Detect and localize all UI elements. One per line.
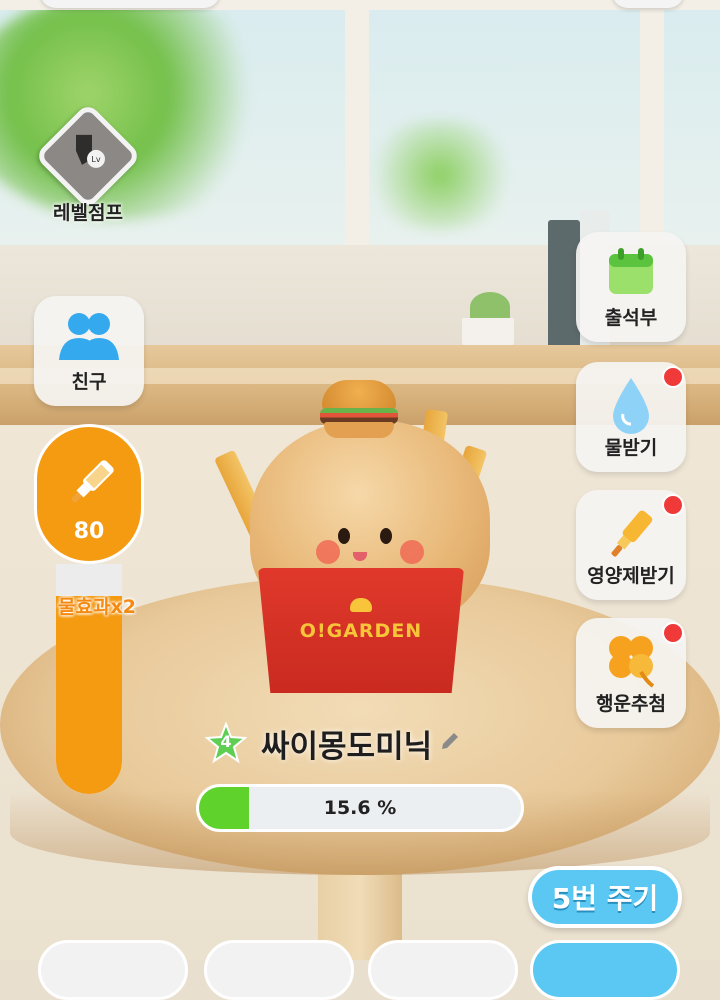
gauge-fill: [56, 596, 122, 794]
bottom-tab[interactable]: [204, 940, 354, 1000]
gauge-value: 80: [73, 519, 105, 544]
box-burger-icon: [350, 598, 372, 612]
attendance-label: 출석부: [604, 307, 658, 329]
lv-badge: Lv: [91, 155, 100, 164]
level-jump-icon: Lv: [34, 102, 142, 210]
growth-progress-bar: 15.6 %: [196, 784, 524, 832]
character-level: 4: [220, 732, 232, 751]
plant-character[interactable]: O!GARDEN: [214, 380, 500, 700]
alert-dot: [662, 494, 684, 516]
alert-dot: [662, 366, 684, 388]
attendance-button[interactable]: 출석부: [576, 232, 686, 342]
character-cheek: [400, 540, 424, 564]
water-drop-icon: [609, 376, 653, 440]
window-frame: [640, 0, 664, 245]
alert-dot: [662, 622, 684, 644]
fries-box: O!GARDEN: [258, 568, 464, 693]
nutrient-bottle-icon: [71, 460, 114, 503]
bottom-tab[interactable]: [38, 940, 188, 1000]
burger-bottom: [324, 422, 394, 438]
character-eye: [380, 528, 392, 544]
character-name: 싸이몽도미닉: [261, 728, 433, 765]
character-name-row: 4 싸이몽도미닉: [204, 720, 462, 766]
calendar-icon: [605, 246, 657, 300]
bottom-tab[interactable]: [530, 940, 680, 1000]
water-effect-label: 물효과x2: [58, 596, 136, 618]
lucky-draw-button[interactable]: 행운추첨: [576, 618, 686, 728]
character-mouth: [353, 552, 367, 561]
nutrient-button[interactable]: 영양제받기: [576, 490, 686, 600]
window-frame: [345, 0, 369, 245]
bottom-tab[interactable]: [368, 940, 518, 1000]
top-menu-pill[interactable]: [40, 0, 220, 8]
friends-icon: [57, 310, 121, 366]
box-logo: O!GARDEN: [299, 620, 423, 642]
progress-label: 15.6 %: [323, 797, 397, 819]
level-jump-button[interactable]: Lv 레벨점프: [34, 102, 142, 226]
tree-foliage: [360, 120, 520, 230]
friends-label: 친구: [71, 371, 107, 393]
water-button[interactable]: 물받기: [576, 362, 686, 472]
top-menu-pill[interactable]: [612, 0, 684, 8]
friends-button[interactable]: 친구: [34, 296, 144, 406]
character-eye: [338, 528, 350, 544]
nutrient-bottle-icon: [601, 504, 661, 568]
character-cheek: [316, 540, 340, 564]
level-star-icon: 4: [204, 721, 248, 764]
gauge-head: 80: [34, 424, 144, 564]
give-5-times-button[interactable]: 5번 주기: [528, 866, 682, 928]
burger-hat-icon: [322, 380, 396, 410]
level-jump-label: 레벨점프: [53, 202, 123, 224]
clover-icon: [603, 632, 659, 694]
edit-name-icon[interactable]: [438, 729, 462, 757]
